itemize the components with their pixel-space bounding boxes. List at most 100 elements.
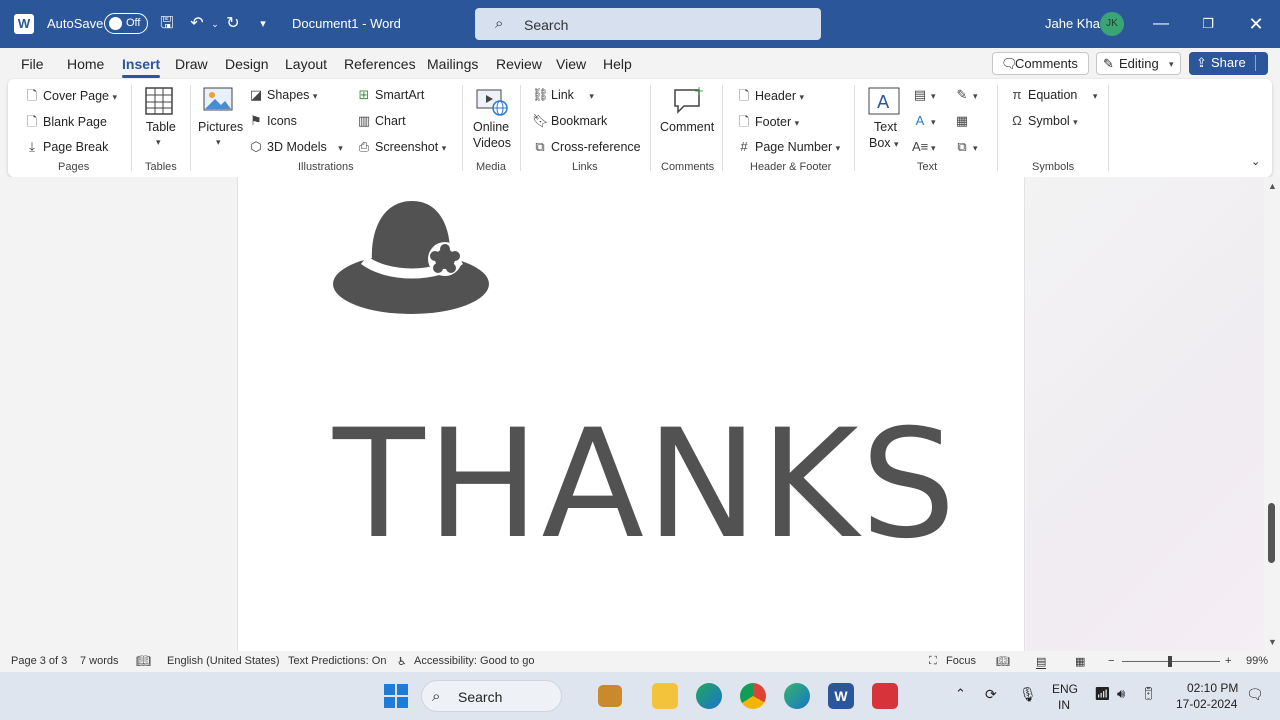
online-videos-label-2[interactable]: Videos: [473, 136, 511, 150]
tab-draw[interactable]: Draw: [175, 56, 208, 72]
smartart-button[interactable]: ⊞ SmartArt: [356, 87, 425, 103]
sync-icon[interactable]: ⟳: [985, 686, 997, 703]
edge-icon[interactable]: [696, 683, 722, 709]
zoom-slider-thumb[interactable]: [1168, 656, 1172, 667]
text-box-icon[interactable]: A: [868, 87, 900, 118]
link-button[interactable]: ⛓ Link ▾: [532, 87, 594, 103]
quick-parts-button[interactable]: ▤ ▾: [912, 87, 936, 103]
thanks-heading[interactable]: THANKS: [333, 410, 958, 560]
word-count[interactable]: 7 words: [80, 655, 119, 667]
table-button[interactable]: Table: [146, 120, 176, 134]
language-indicator-1[interactable]: ENG: [1052, 682, 1078, 696]
redo-icon[interactable]: ↻: [223, 14, 243, 34]
tab-insert[interactable]: Insert: [122, 56, 161, 78]
chevron-up-icon[interactable]: ⌃: [955, 686, 966, 702]
collapse-ribbon-icon[interactable]: ⌄: [1251, 155, 1260, 168]
zoom-out-icon[interactable]: −: [1108, 655, 1114, 667]
undo-icon[interactable]: ↶: [187, 14, 207, 34]
clock-date[interactable]: 17-02-2024: [1176, 697, 1237, 711]
table-icon[interactable]: [145, 87, 175, 117]
text-box-label-1[interactable]: Text: [874, 120, 897, 134]
comments-button[interactable]: 🗨 Comments: [992, 52, 1089, 75]
tab-mailings[interactable]: Mailings: [427, 56, 478, 72]
pictures-button[interactable]: Pictures: [198, 120, 243, 134]
screen-recorder-icon[interactable]: [872, 683, 898, 709]
customize-toolbar-icon[interactable]: ▾: [253, 14, 273, 34]
volume-icon[interactable]: 🔊︎: [1117, 686, 1125, 702]
taskbar-search[interactable]: ⌕ Search: [421, 680, 622, 712]
print-layout-icon[interactable]: ▤: [1036, 655, 1047, 669]
tab-file[interactable]: File: [21, 56, 44, 72]
cover-page-button[interactable]: 🗋 Cover Page ▾: [24, 87, 117, 109]
page-break-button[interactable]: ⤓ Page Break: [24, 139, 108, 155]
file-explorer-icon[interactable]: [652, 683, 678, 709]
save-icon[interactable]: 🖫: [157, 14, 177, 34]
symbol-button[interactable]: Ω Symbol ▾: [1009, 113, 1078, 128]
share-button[interactable]: ⇪ Share: [1189, 52, 1268, 75]
scroll-thumb[interactable]: [1268, 503, 1275, 563]
chevron-down-icon[interactable]: ▾: [216, 137, 221, 148]
web-layout-icon[interactable]: ▦: [1075, 655, 1085, 668]
tab-references[interactable]: References: [344, 56, 416, 72]
online-videos-icon[interactable]: [476, 87, 508, 120]
restore-icon[interactable]: ❐: [1196, 12, 1220, 36]
chart-button[interactable]: ▥ Chart: [356, 113, 406, 129]
search-box[interactable]: ⌕ Search: [475, 8, 821, 40]
minimize-icon[interactable]: —: [1149, 12, 1173, 36]
chrome-icon[interactable]: [740, 683, 766, 709]
language-status[interactable]: English (United States): [167, 655, 280, 667]
object-button[interactable]: ⧉ ▾: [954, 139, 977, 155]
new-comment-icon[interactable]: +: [672, 84, 704, 118]
drop-cap-button[interactable]: A≡ ▾: [912, 139, 936, 154]
footer-button[interactable]: 🗋 Footer ▾: [736, 113, 799, 135]
read-mode-icon[interactable]: 📖︎: [996, 655, 1010, 668]
editing-mode-button[interactable]: ✎ Editing ▾: [1096, 52, 1181, 75]
close-icon[interactable]: ✕: [1244, 12, 1268, 36]
proofing-icon[interactable]: 📖︎: [136, 654, 151, 668]
header-button[interactable]: 🗋 Header ▾: [736, 87, 804, 109]
wifi-icon[interactable]: 📶︎: [1094, 686, 1111, 702]
chevron-down-icon[interactable]: ▾: [156, 137, 161, 148]
tab-home[interactable]: Home: [67, 56, 104, 72]
word-taskbar-icon[interactable]: W: [828, 683, 854, 709]
scroll-up-icon[interactable]: ▲: [1268, 181, 1277, 191]
bookmark-button[interactable]: 🔖︎ Bookmark: [532, 113, 607, 129]
tab-help[interactable]: Help: [603, 56, 632, 72]
icons-button[interactable]: ⚑ Icons: [248, 113, 297, 129]
start-icon[interactable]: [384, 684, 408, 708]
3d-models-button[interactable]: ⬡ 3D Models ▾: [248, 139, 342, 155]
zoom-in-icon[interactable]: +: [1225, 655, 1231, 667]
focus-button[interactable]: Focus: [946, 655, 976, 667]
edge-dev-icon[interactable]: [784, 683, 810, 709]
text-predictions-status[interactable]: Text Predictions: On: [288, 655, 386, 667]
blank-page-button[interactable]: 🗋 Blank Page: [24, 113, 107, 135]
scroll-down-icon[interactable]: ▼: [1268, 637, 1277, 647]
clock-time[interactable]: 02:10 PM: [1187, 681, 1238, 695]
battery-icon[interactable]: 🔋︎: [1140, 686, 1157, 702]
tab-layout[interactable]: Layout: [285, 56, 327, 72]
zoom-level[interactable]: 99%: [1246, 655, 1268, 667]
screenshot-button[interactable]: ⎙ Screenshot ▾: [356, 139, 446, 155]
hat-icon[interactable]: [332, 198, 492, 316]
tab-view[interactable]: View: [556, 56, 586, 72]
autosave-toggle[interactable]: Off: [104, 13, 148, 34]
page-number-button[interactable]: # Page Number ▾: [736, 139, 840, 154]
user-name[interactable]: Jahe Kha: [1045, 16, 1100, 31]
shapes-button[interactable]: ◪ Shapes ▾: [248, 87, 318, 103]
tab-review[interactable]: Review: [496, 56, 542, 72]
text-box-label-2[interactable]: Box ▾: [869, 136, 899, 150]
date-time-button[interactable]: ▦: [954, 113, 973, 129]
notifications-icon[interactable]: 🗨: [1246, 686, 1264, 703]
cross-reference-button[interactable]: ⧉ Cross-reference: [532, 139, 640, 155]
comment-button[interactable]: Comment: [660, 120, 714, 134]
wordart-button[interactable]: A ▾: [912, 113, 936, 128]
vertical-scrollbar[interactable]: ▲ ▼: [1264, 177, 1280, 651]
online-videos-label-1[interactable]: Online: [473, 120, 509, 134]
avatar[interactable]: JK: [1100, 12, 1124, 36]
tab-design[interactable]: Design: [225, 56, 269, 72]
accessibility-status[interactable]: Accessibility: Good to go: [414, 655, 534, 667]
language-indicator-2[interactable]: IN: [1058, 698, 1070, 712]
equation-button[interactable]: π Equation ▾: [1009, 87, 1098, 102]
pictures-icon[interactable]: [203, 87, 233, 116]
microphone-icon[interactable]: 🎙︎: [1019, 686, 1037, 703]
